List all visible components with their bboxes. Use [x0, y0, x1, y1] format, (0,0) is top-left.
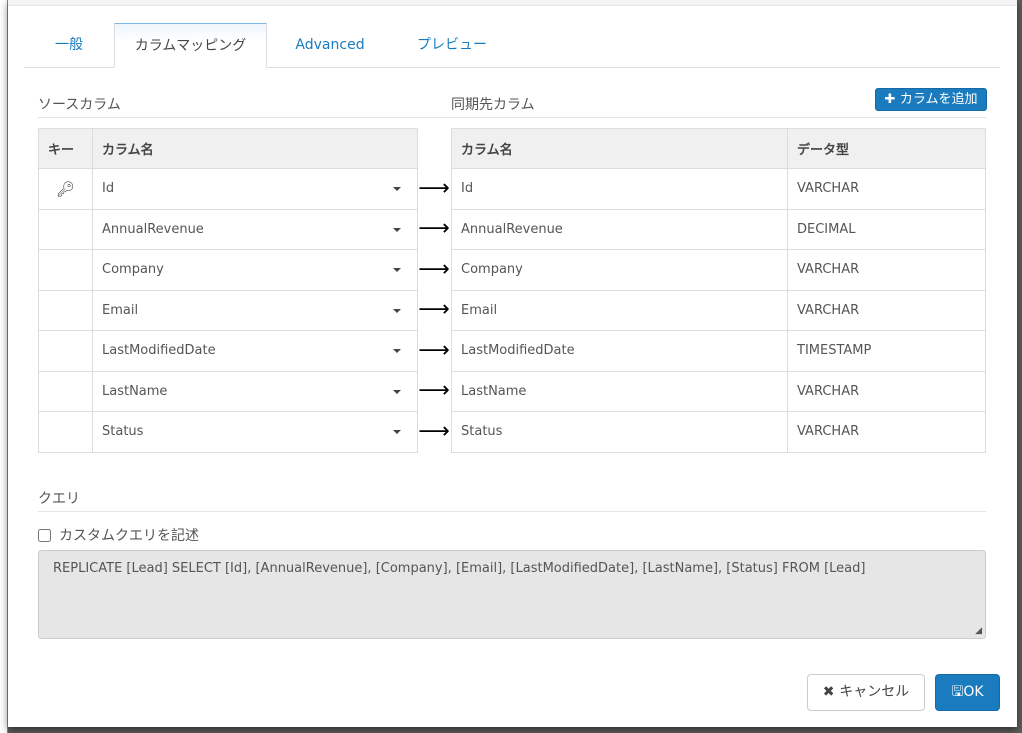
destination-column-name[interactable]: LastModifiedDate: [451, 330, 788, 372]
destination-columns-table: カラム名 データ型 Id VARCHAR AnnualRevenue DECIMAL Co…: [451, 128, 986, 453]
custom-query-checkbox[interactable]: [38, 528, 51, 542]
destination-column-name[interactable]: AnnualRevenue: [451, 208, 788, 250]
destination-column-name[interactable]: Status: [451, 411, 788, 453]
dropdown-caret-icon: [393, 430, 401, 434]
plus-icon: ✚: [884, 92, 900, 107]
source-column-select[interactable]: Status: [92, 411, 418, 453]
add-column-button[interactable]: ✚ カラムを追加: [875, 88, 987, 111]
tab-general[interactable]: 一般: [24, 23, 114, 68]
data-type: VARCHAR: [787, 411, 986, 453]
key-cell: [38, 208, 93, 250]
arrow-right-icon: ⟶: [418, 175, 450, 201]
destination-row: Company VARCHAR: [451, 249, 986, 291]
key-cell: 🔑︎: [38, 168, 93, 210]
data-type-header: データ型: [787, 128, 986, 169]
destination-row: LastName VARCHAR: [451, 370, 986, 412]
source-column-select[interactable]: LastName: [92, 370, 418, 412]
save-icon: 🖫: [951, 684, 964, 700]
data-type: DECIMAL: [787, 208, 986, 250]
column-mapping-dialog: 一般 カラムマッピング Advanced プレビュー ソースカラム 同期先カラム…: [8, 0, 1017, 727]
data-type: VARCHAR: [787, 289, 986, 331]
source-column-name: LastName: [102, 383, 168, 399]
source-column-name: Email: [102, 302, 139, 318]
arrow-right-icon: ⟶: [418, 256, 450, 282]
column-name-header: カラム名: [92, 128, 418, 169]
key-cell: [38, 411, 93, 453]
data-type: TIMESTAMP: [787, 330, 986, 372]
tab-advanced[interactable]: Advanced: [282, 23, 378, 68]
resize-grip-icon[interactable]: ◢: [975, 626, 982, 636]
ok-label: OK: [963, 684, 984, 700]
key-header: キー: [38, 128, 93, 169]
background-page: [0, 0, 8, 733]
arrow-right-icon: ⟶: [418, 418, 450, 444]
dropdown-caret-icon: [393, 227, 401, 232]
source-columns-heading: ソースカラム: [38, 97, 121, 113]
destination-row: Email VARCHAR: [451, 289, 986, 331]
destination-row: AnnualRevenue DECIMAL: [451, 208, 986, 250]
destination-column-name[interactable]: Id: [451, 168, 788, 210]
dialog-header: [8, 0, 1017, 6]
arrow-right-icon: ⟶: [418, 378, 450, 404]
destination-row: LastModifiedDate TIMESTAMP: [451, 330, 986, 372]
dropdown-caret-icon: [393, 349, 401, 353]
source-column-name: Id: [102, 181, 115, 197]
custom-query-label: カスタムクエリを記述: [59, 528, 199, 544]
destination-row: Id VARCHAR: [451, 168, 986, 210]
cancel-label: キャンセル: [839, 684, 910, 700]
source-row: Email: [38, 289, 418, 331]
query-textarea[interactable]: REPLICATE [Lead] SELECT [Id], [AnnualRev…: [38, 550, 986, 639]
close-icon: ✖: [822, 684, 840, 700]
source-columns-table: キー カラム名 🔑︎ Id AnnualRevenue Company Email Last…: [38, 128, 418, 453]
cancel-button[interactable]: ✖ キャンセル: [807, 674, 925, 711]
query-text: REPLICATE [Lead] SELECT [Id], [AnnualRev…: [53, 561, 866, 576]
source-row: AnnualRevenue: [38, 208, 418, 250]
column-name-header: カラム名: [451, 128, 788, 169]
key-cell: [38, 330, 93, 372]
destination-column-name[interactable]: LastName: [451, 370, 788, 412]
key-icon: 🔑︎: [55, 179, 76, 198]
key-cell: [38, 289, 93, 331]
dropdown-caret-icon: [393, 268, 401, 272]
source-row: LastName: [38, 370, 418, 412]
dropdown-caret-icon: [393, 389, 401, 394]
data-type: VARCHAR: [787, 370, 986, 412]
source-column-select[interactable]: Id: [92, 168, 418, 210]
source-row: 🔑︎ Id: [38, 168, 418, 210]
source-column-name: Status: [102, 424, 144, 440]
key-cell: [38, 370, 93, 412]
tab-preview[interactable]: プレビュー: [402, 23, 502, 68]
dropdown-caret-icon: [393, 187, 401, 191]
destination-column-name[interactable]: Email: [451, 289, 788, 331]
source-column-select[interactable]: LastModifiedDate: [92, 330, 418, 372]
key-cell: [38, 249, 93, 291]
arrow-right-icon: ⟶: [418, 297, 450, 323]
destination-columns-heading: 同期先カラム: [451, 97, 535, 113]
source-row: Status: [38, 411, 418, 453]
source-column-name: Company: [102, 262, 164, 278]
source-column-select[interactable]: AnnualRevenue: [92, 208, 418, 250]
tab-column-mapping[interactable]: カラムマッピング: [114, 23, 267, 68]
dropdown-caret-icon: [393, 308, 401, 313]
data-type: VARCHAR: [787, 249, 986, 291]
arrow-right-icon: ⟶: [418, 337, 450, 363]
arrow-right-icon: ⟶: [418, 216, 450, 242]
divider: [38, 117, 986, 118]
add-column-label: カラムを追加: [899, 92, 978, 107]
data-type: VARCHAR: [787, 168, 986, 210]
source-row: Company: [38, 249, 418, 291]
divider: [38, 511, 986, 512]
mapping-arrows: ⟶ ⟶ ⟶ ⟶ ⟶ ⟶ ⟶: [417, 168, 451, 452]
ok-button[interactable]: 🖫OK: [935, 674, 1000, 711]
source-row: LastModifiedDate: [38, 330, 418, 372]
destination-column-name[interactable]: Company: [451, 249, 788, 291]
source-column-name: LastModifiedDate: [102, 343, 216, 359]
source-column-select[interactable]: Company: [92, 249, 418, 291]
source-column-select[interactable]: Email: [92, 289, 418, 331]
source-column-name: AnnualRevenue: [102, 221, 204, 237]
destination-row: Status VARCHAR: [451, 411, 986, 453]
query-heading: クエリ: [38, 491, 80, 507]
custom-query-option[interactable]: カスタムクエリを記述: [38, 525, 199, 545]
tab-bar: 一般 カラムマッピング Advanced プレビュー: [24, 23, 1000, 68]
